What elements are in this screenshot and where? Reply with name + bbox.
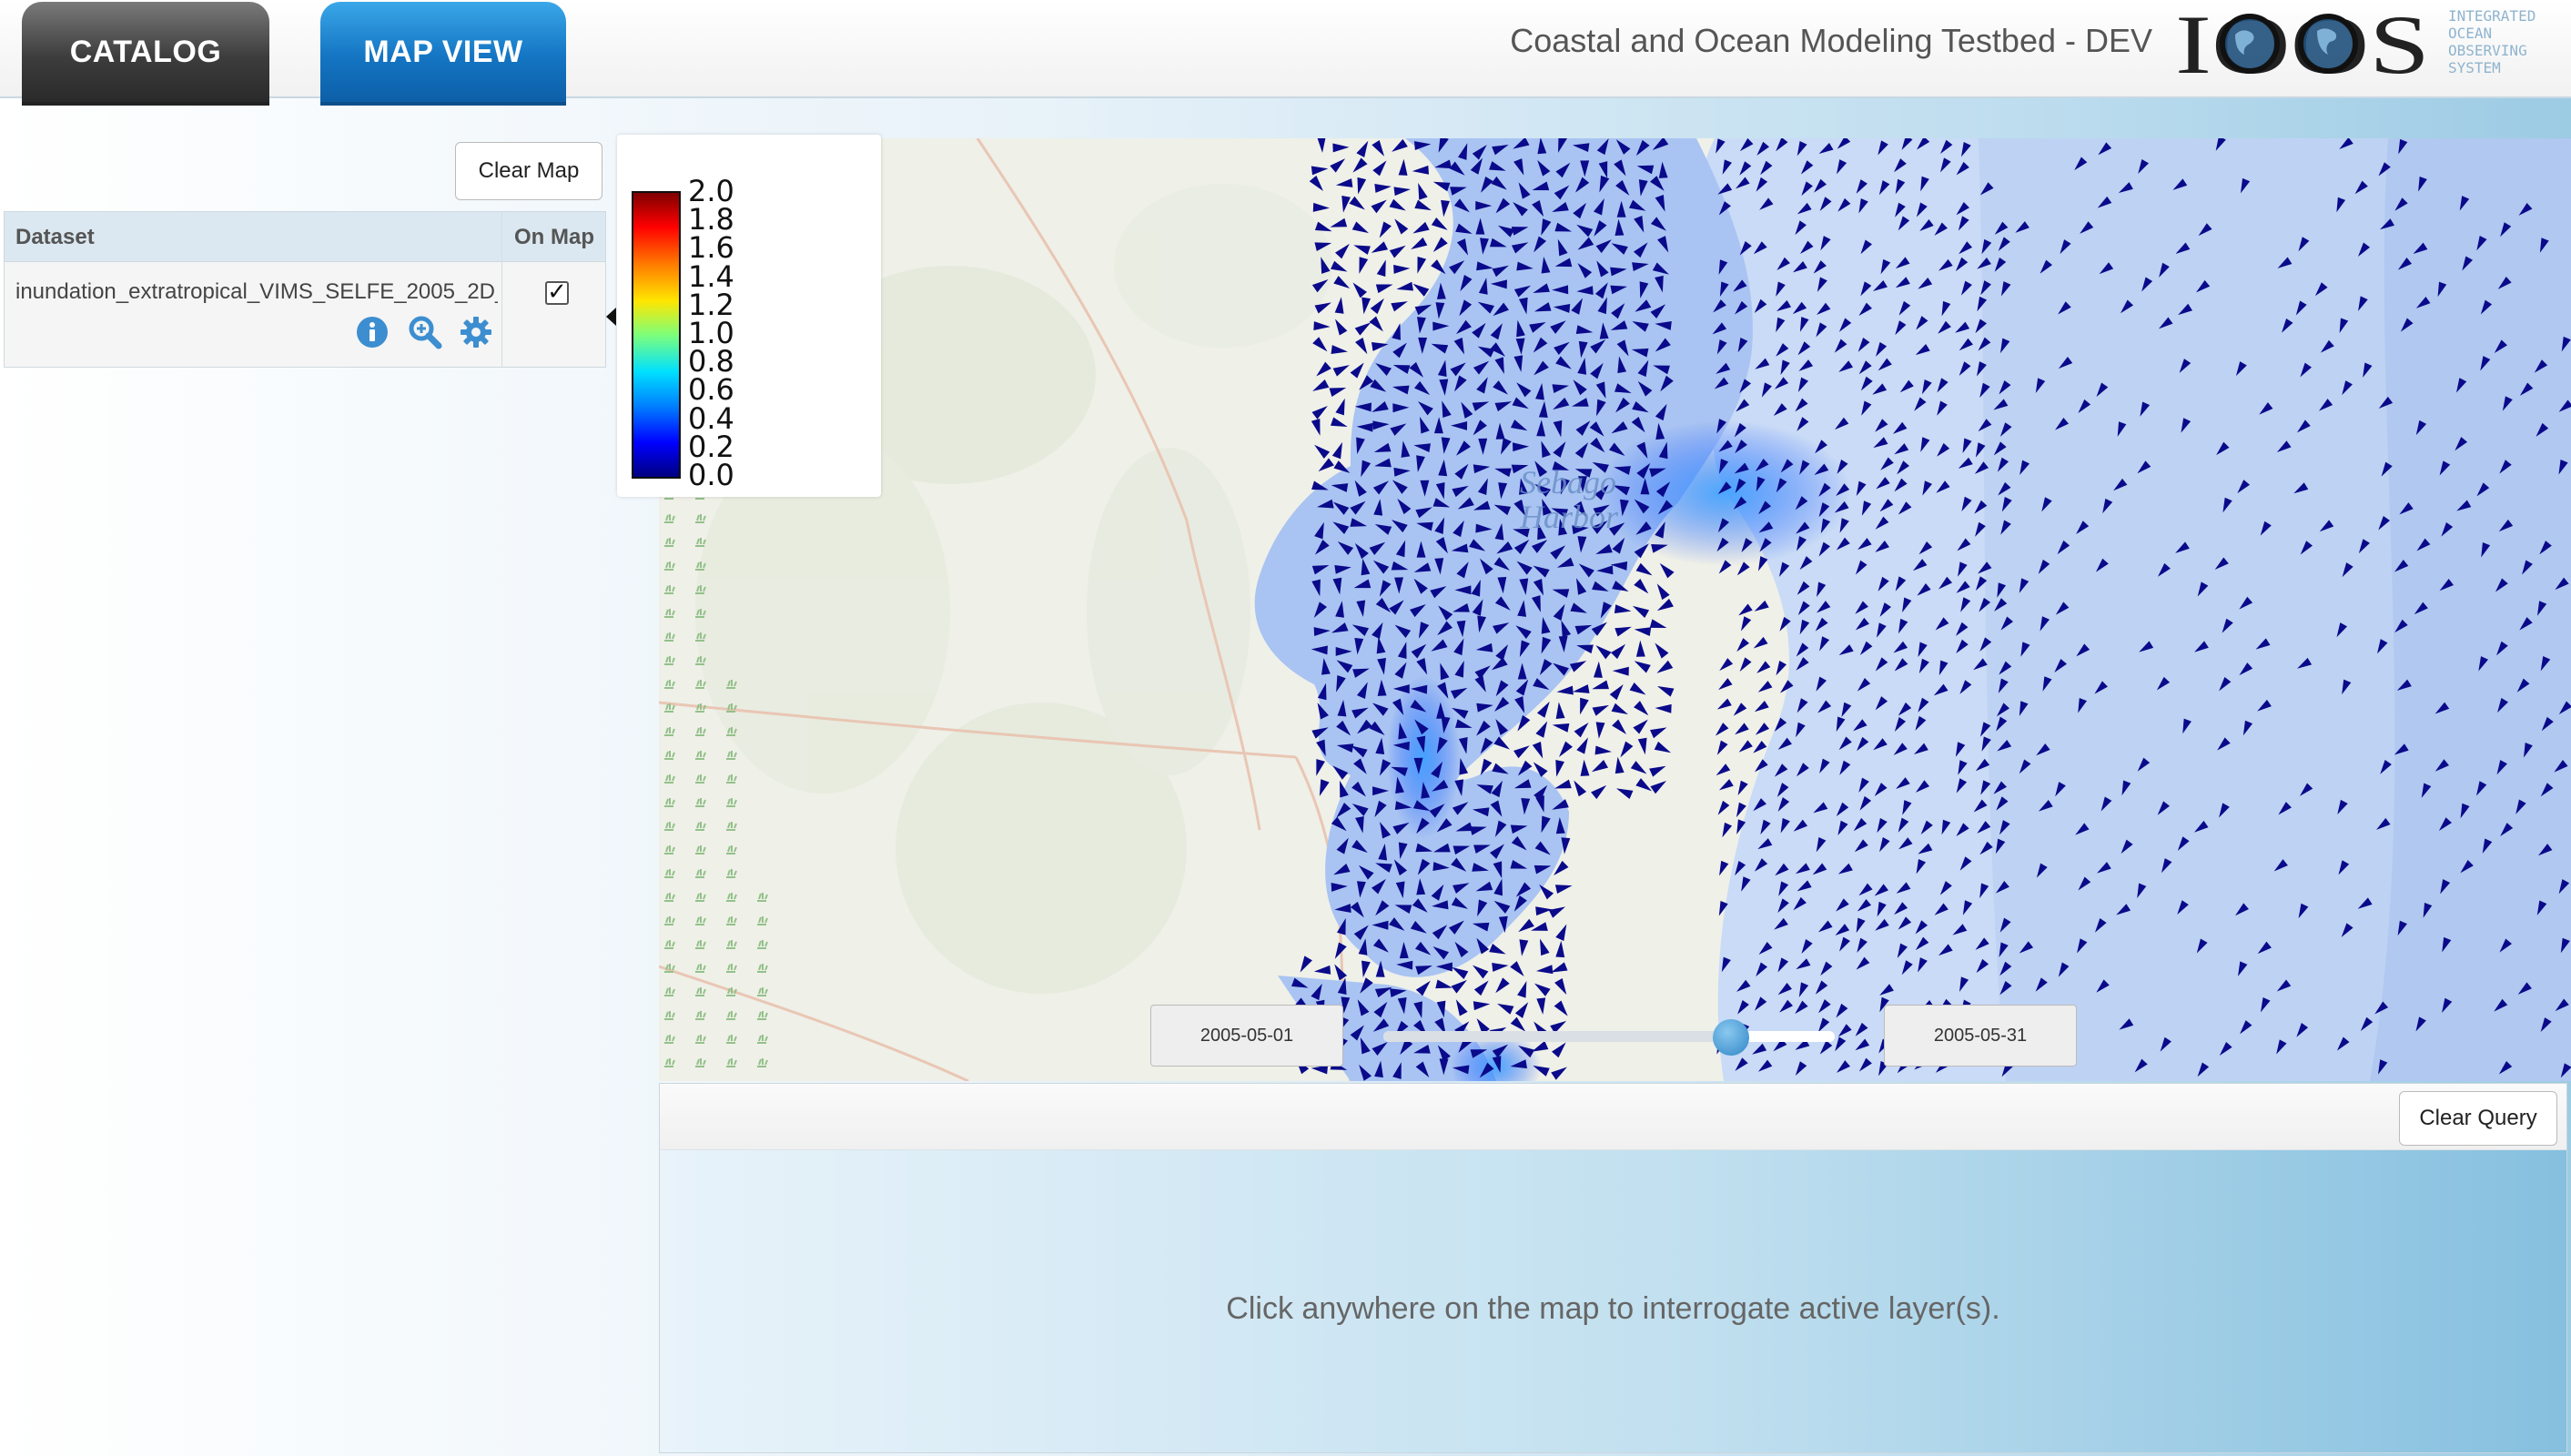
time-end-field[interactable]: 2005-05-31 <box>1884 1005 2077 1067</box>
app-title: Coastal and Ocean Modeling Testbed - DEV <box>1510 22 2152 59</box>
colorbar-tick-label: 0.2 <box>688 429 734 464</box>
tab-catalog[interactable]: CATALOG <box>22 2 269 102</box>
colorbar-tick-label: 0.6 <box>688 372 734 408</box>
time-slider-track[interactable] <box>1383 1031 1835 1042</box>
colorbar-tick-label: 0.0 <box>688 458 734 492</box>
time-slider-fill <box>1383 1031 1731 1042</box>
query-message: Click anywhere on the map to interrogate… <box>1226 1291 2000 1326</box>
top-bar: CATALOG MAP VIEW Coastal and Ocean Model… <box>0 0 2571 102</box>
colorbar-tick-label: 1.0 <box>688 316 734 350</box>
on-map-checkbox[interactable]: ✓ <box>545 279 569 305</box>
dataset-name: inundation_extratropical_VIMS_SELFE_2005… <box>15 279 498 304</box>
current-highlight <box>1387 675 1460 839</box>
map-place-label: Sebago Harbor <box>1519 464 1625 535</box>
tab-map-view-label: MAP VIEW <box>363 34 523 69</box>
time-slider-thumb[interactable] <box>1712 1019 1749 1056</box>
query-panel: Clear Query Click anywhere on the map to… <box>659 1083 2567 1453</box>
collapse-panel-arrow[interactable] <box>606 308 616 326</box>
logo-tagline-line: OCEAN <box>2448 25 2493 42</box>
colorbar-tick-label: 1.6 <box>688 230 734 266</box>
ioos-logo: IOOS <box>2175 0 2430 82</box>
colorbar-tick-label: 1.8 <box>688 202 734 238</box>
logo-tagline-line: INTEGRATED <box>2448 7 2536 25</box>
tab-map-view[interactable]: MAP VIEW <box>320 2 566 102</box>
tab-catalog-label: CATALOG <box>69 34 222 69</box>
dataset-table: Dataset On Map inundation_extratropical_… <box>4 211 606 368</box>
time-start-field[interactable]: 2005-05-01 <box>1150 1005 1343 1067</box>
zoom-to-icon[interactable] <box>407 314 443 350</box>
column-dataset: Dataset <box>15 225 95 249</box>
logo-tagline: INTEGRATED OCEAN OBSERVING SYSTEM <box>2448 7 2536 76</box>
water-bodies <box>1254 138 2571 1081</box>
place-label-line-1: Sebago <box>1520 464 1616 500</box>
clear-map-button[interactable]: Clear Map <box>455 142 602 200</box>
colorbar-tick-label: 0.8 <box>688 344 734 379</box>
colorbar-tick-label: 0.4 <box>688 400 734 436</box>
colorbar <box>632 191 681 479</box>
colorbar-tick-label: 1.4 <box>688 258 734 294</box>
colorbar-legend: 2.0 1.8 1.6 1.4 1.2 1.0 0.8 0.6 0.4 0.2 0.0 <box>617 135 881 497</box>
map-canvas[interactable]: Sebago Harbor <box>659 138 2571 1081</box>
logo-tagline-line: OBSERVING <box>2448 42 2527 59</box>
query-panel-header: Clear Query <box>660 1084 2566 1150</box>
colorbar-tick-label: 2.0 <box>688 174 734 208</box>
column-on-map: On Map <box>514 225 594 249</box>
dataset-table-header: Dataset On Map <box>5 212 605 367</box>
settings-icon[interactable] <box>458 314 494 350</box>
logo-tagline-line: SYSTEM <box>2448 59 2501 76</box>
colorbar-tick-label: 1.2 <box>688 287 734 322</box>
clear-query-button[interactable]: Clear Query <box>2399 1091 2557 1146</box>
map-layer: Sebago Harbor <box>659 138 2571 1081</box>
place-label-line-2: Harbor <box>1519 499 1619 535</box>
info-icon[interactable] <box>354 314 390 350</box>
column-divider <box>501 212 502 367</box>
